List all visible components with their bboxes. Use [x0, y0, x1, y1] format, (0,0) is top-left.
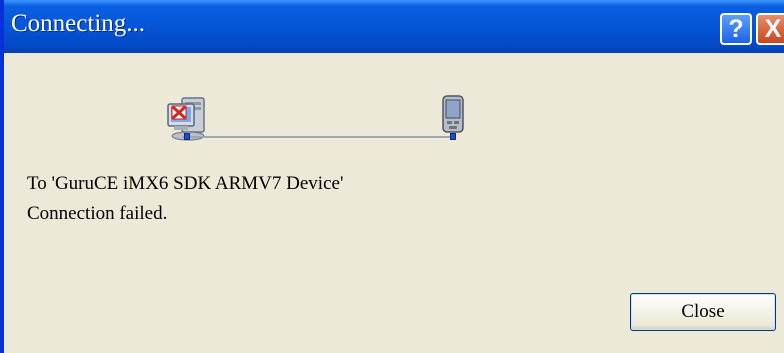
pda-device-icon [442, 95, 464, 133]
connecting-dialog: Connecting... ? X To 'GuruCE iMX6 SDK AR… [0, 0, 784, 353]
close-icon: X [764, 15, 782, 43]
close-button[interactable]: Close [630, 293, 776, 331]
help-icon: ? [728, 15, 744, 43]
dialog-body: To 'GuruCE iMX6 SDK ARMV7 Device' Connec… [4, 53, 784, 353]
help-button[interactable]: ? [720, 13, 752, 45]
title-bar[interactable]: Connecting... ? X [4, 0, 784, 53]
window-title: Connecting... [11, 10, 146, 37]
status-message: Connection failed. [27, 203, 168, 224]
connection-line [182, 136, 452, 138]
target-device-message: To 'GuruCE iMX6 SDK ARMV7 Device' [27, 173, 344, 194]
connection-node-left [184, 133, 190, 140]
window-close-button[interactable]: X [756, 13, 784, 45]
